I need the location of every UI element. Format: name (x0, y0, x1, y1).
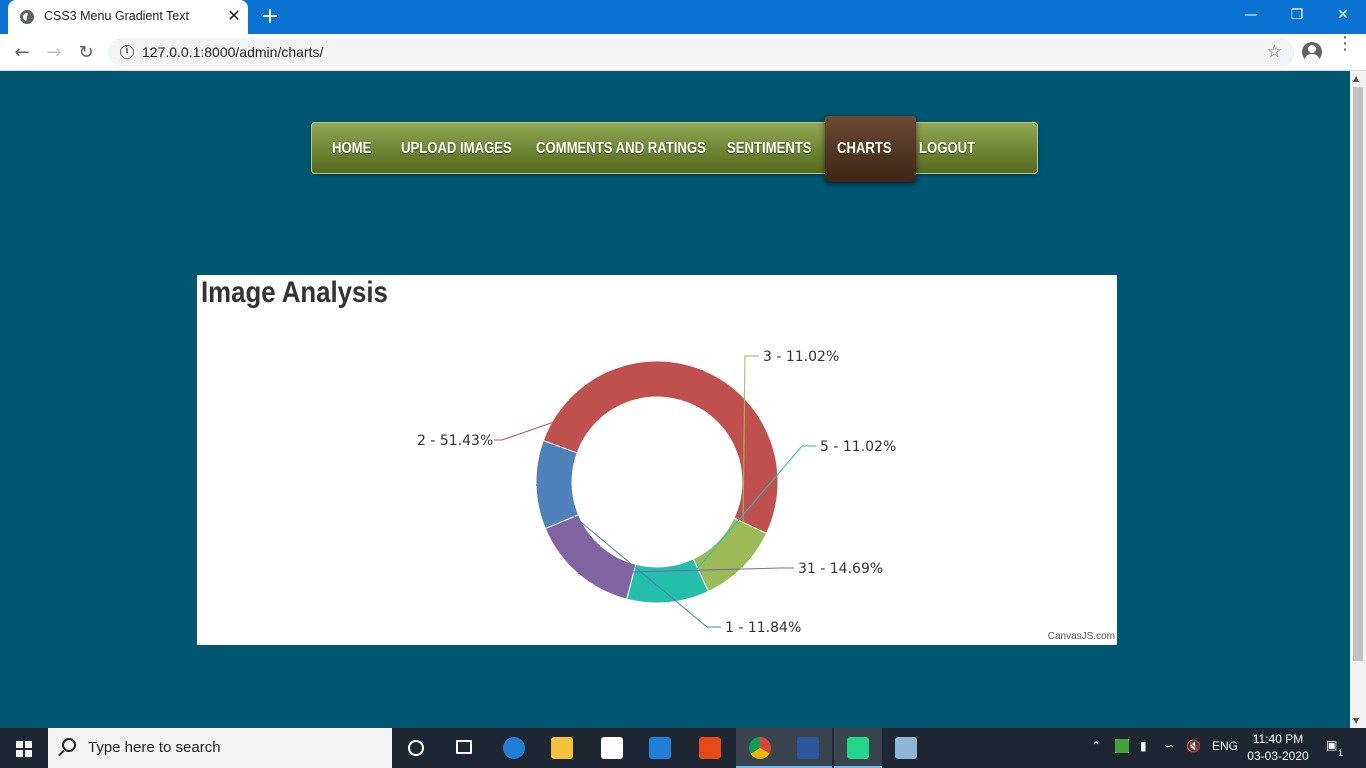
taskbar-search-box[interactable]: Type here to search (48, 728, 392, 768)
page-body: HOME UPLOAD IMAGES COMMENTS AND RATINGS … (0, 71, 1350, 728)
chart-title: Image Analysis (201, 276, 388, 309)
browser-tab[interactable]: CSS3 Menu Gradient Text ✕ (8, 0, 248, 34)
main-nav-menu: HOME UPLOAD IMAGES COMMENTS AND RATINGS … (311, 116, 1038, 182)
donut-slice-5[interactable] (626, 558, 710, 604)
donut-chart: 2 - 51.43% 3 - 11.02% 5 - 11.02% 31 - 14.69… (417, 349, 896, 636)
window-minimize-button[interactable]: — (1228, 0, 1274, 30)
notification-center-icon[interactable]: ▣ (1326, 738, 1337, 752)
nav-item-charts[interactable]: CHARTS (825, 116, 916, 182)
pycharm-icon[interactable] (834, 728, 882, 768)
windows-start-icon[interactable] (0, 728, 48, 768)
bookmark-star-icon[interactable]: ☆ (1267, 42, 1282, 62)
battery-icon[interactable]: ▮ (1140, 739, 1147, 753)
notification-count: 1 (1338, 748, 1344, 758)
edge-browser-icon[interactable] (490, 728, 538, 768)
volume-muted-icon[interactable]: 🔇 (1186, 739, 1201, 753)
window-restore-button[interactable]: ❐ (1274, 0, 1320, 30)
address-bar[interactable]: i 127.0.0.1:8000/admin/charts/ ☆ (108, 38, 1294, 67)
tab-title: CSS3 Menu Gradient Text (44, 9, 189, 23)
chart-panel: 2 - 51.43% 3 - 11.02% 5 - 11.02% 31 - 14.69… (197, 275, 1117, 645)
globe-icon (20, 10, 34, 24)
scroll-up-arrow-icon[interactable]: ▲ (1353, 74, 1359, 83)
clock-date: 03-03-2020 (1247, 749, 1309, 763)
wifi-icon[interactable]: ∽ (1164, 739, 1174, 753)
donut-slice-3[interactable] (692, 517, 768, 593)
browser-titlebar: CSS3 Menu Gradient Text ✕ + — ❐ ✕ (0, 0, 1366, 34)
scroll-thumb[interactable] (1353, 87, 1363, 661)
word-icon[interactable] (784, 728, 832, 768)
canvasjs-credit-link[interactable]: CanvasJS.com (1048, 631, 1115, 642)
slice-label-2: 2 - 51.43% (417, 433, 493, 449)
back-arrow-icon[interactable]: ← (8, 39, 36, 67)
info-icon[interactable]: i (120, 45, 134, 59)
mail-icon[interactable] (636, 728, 684, 768)
profile-avatar-icon[interactable] (1302, 42, 1322, 62)
chrome-icon[interactable] (736, 728, 784, 768)
nav-item-sentiments[interactable]: SENTIMENTS (727, 123, 812, 175)
tab-close-icon[interactable]: ✕ (224, 6, 244, 26)
language-indicator[interactable]: ENG (1212, 739, 1238, 753)
slice-label-3: 3 - 11.02% (763, 349, 839, 365)
slice-label-31: 31 - 14.69% (798, 561, 883, 577)
cortana-icon[interactable] (392, 728, 440, 768)
tray-app-icon[interactable] (1115, 739, 1129, 753)
slice-label-5: 5 - 11.02% (820, 439, 896, 455)
url-text[interactable]: 127.0.0.1:8000/admin/charts/ (142, 44, 323, 60)
search-placeholder: Type here to search (88, 739, 221, 756)
slice-label-1: 1 - 11.84% (725, 620, 801, 636)
taskbar-clock[interactable]: 11:40 PM 03-03-2020 (1243, 731, 1313, 765)
nav-item-upload-images[interactable]: UPLOAD IMAGES (401, 123, 512, 175)
new-tab-button[interactable]: + (258, 5, 282, 29)
forward-arrow-icon[interactable]: → (40, 39, 68, 67)
office-icon[interactable] (686, 728, 734, 768)
file-explorer-icon[interactable] (538, 728, 586, 768)
tray-expand-icon[interactable]: ⌃ (1091, 739, 1101, 753)
browser-toolbar: ← → ↻ i 127.0.0.1:8000/admin/charts/ ☆ ⋮ (0, 34, 1366, 71)
search-icon (62, 738, 76, 752)
nav-item-home[interactable]: HOME (332, 123, 371, 175)
window-close-button[interactable]: ✕ (1320, 0, 1366, 30)
clock-time: 11:40 PM (1252, 732, 1304, 746)
task-view-icon[interactable] (440, 728, 488, 768)
page-scrollbar[interactable]: ▲ ▼ (1350, 71, 1366, 728)
nav-item-charts-label: CHARTS (837, 140, 892, 157)
store-icon[interactable] (588, 728, 636, 768)
scroll-down-arrow-icon[interactable]: ▼ (1353, 716, 1359, 725)
nav-item-comments-and-ratings[interactable]: COMMENTS AND RATINGS (536, 123, 706, 175)
windows-taskbar: Type here to search ⌃ ▮ ∽ 🔇 ENG 11:40 PM… (0, 728, 1366, 768)
more-menu-icon[interactable]: ⋮ (1336, 35, 1354, 53)
notes-app-icon[interactable] (882, 728, 930, 768)
reload-icon[interactable]: ↻ (72, 39, 100, 67)
nav-item-logout[interactable]: LOGOUT (919, 123, 975, 175)
